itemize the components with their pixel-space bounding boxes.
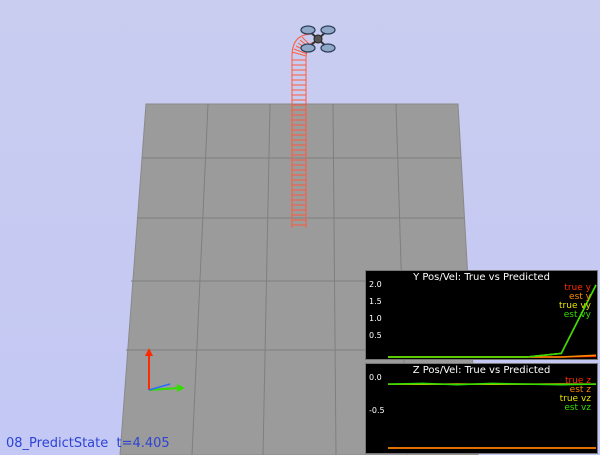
y-tick-label: -0.5 [369, 406, 385, 415]
z-pos-vel-graph[interactable]: Z Pos/Vel: True vs Predicted 0.0 -0.5 tr… [365, 363, 598, 454]
graph-legend: true z est z true vz est vz [560, 377, 591, 413]
graph-legend: true y est y true vy est vy [559, 284, 591, 320]
y-tick-label: 1.5 [369, 297, 382, 306]
quadcopter-icon [300, 25, 336, 53]
y-tick-label: 2.0 [369, 280, 382, 289]
scenario-name: 08_PredictState [6, 436, 109, 451]
y-tick-label: 0.0 [369, 373, 382, 382]
status-bar: 08_PredictState t=4.405 [6, 436, 170, 451]
y-tick-label: 1.0 [369, 314, 382, 323]
y-pos-vel-graph[interactable]: Y Pos/Vel: True vs Predicted 2.0 1.5 1.0… [365, 270, 598, 360]
graph-title: Y Pos/Vel: True vs Predicted [413, 272, 550, 283]
legend-entry: est vz [564, 403, 591, 413]
legend-entry: est vy [563, 310, 591, 320]
y-tick-label: 0.5 [369, 331, 382, 340]
graph-title: Z Pos/Vel: True vs Predicted [412, 365, 551, 376]
sim-time: t=4.405 [116, 436, 170, 451]
